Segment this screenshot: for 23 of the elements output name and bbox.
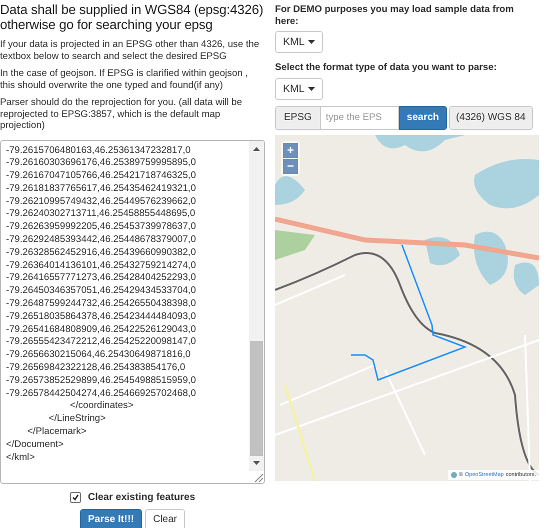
heading: Data shall be supplied in WGS84 (epsg:4326) otherwise go for searching your epsg — [0, 2, 264, 32]
caret-icon — [308, 40, 315, 44]
search-button[interactable]: search — [398, 106, 448, 130]
checkbox-label: Clear existing features — [88, 492, 196, 502]
parse-button[interactable]: Parse It!!! — [80, 508, 142, 528]
input-addon: EPSG — [275, 106, 321, 130]
clear-button[interactable]: Clear — [145, 508, 186, 528]
checkbox[interactable] — [70, 492, 81, 502]
zoom-out-button[interactable]: − — [283, 158, 298, 174]
caret-icon — [308, 86, 315, 90]
dropdown-button[interactable]: KML — [275, 31, 323, 53]
info-icon[interactable] — [450, 472, 457, 478]
note-text: Parser should do the reprojection for you. (all data will be reprojected to EPSG:3857, which is the default map projection) — [0, 97, 244, 132]
note-text: In the case of geojson. If EPSG is clarified within geojson , this should overwrite the one typed and found(if any) — [0, 68, 249, 91]
scrollbar-drawing[interactable] — [249, 140, 264, 470]
text-area[interactable]: -79.2615706480163,46.25361347232817,0 -79.26160303696176,46.25389759995895,0 -79.26167047105766,46.25421718746325,0 -79.26181837765617,46.25435462419321,0 -79.26210995749432,46.25449576239662,0 -79.26240302713711,46.25458855448695,0 -79.26263959992205,46.25453739978637,0 -79.26292485393442,46.25448678379007,0 -79.26328562452916,46.25439660990382,0 -79.26364014136101,46.25432759214274,0 -79.26416557771273,46.25428404252293,0 -79.26450346357051,46.25429434533704,0 -79.26487599244732,46.25426550438398,0 -79.26518035864378,46.25423444484093,0 -79.26541684808909,46.25422526129043,0 -79.26555423472212,46.25425220098147,0 -79.2656630215064,46.25430649871816,0 -79.26569842322128,46.254383854176,0 -79.26573852529899,46.25454988515959,0 -79.26578442504274,46.25466925702468,0 </coordinates> </LineString> </Placemark> </Document> </kml> — [0, 140, 265, 484]
epsg-result: (4326) WGS 84 — [449, 106, 533, 130]
demo-label: For DEMO purposes you may load sample data from here: — [275, 4, 515, 27]
zoom-in-button[interactable]: + — [283, 142, 298, 158]
note-text: If your data is projected in an EPSG other than 4326, use the textbox below to search and select the desired EPSG — [0, 39, 260, 62]
format-label: Select the format type of data you want to parse: — [275, 62, 498, 74]
dropdown-button[interactable]: KML — [275, 78, 323, 100]
epsg-input-field[interactable]: type the EPS — [320, 106, 399, 130]
